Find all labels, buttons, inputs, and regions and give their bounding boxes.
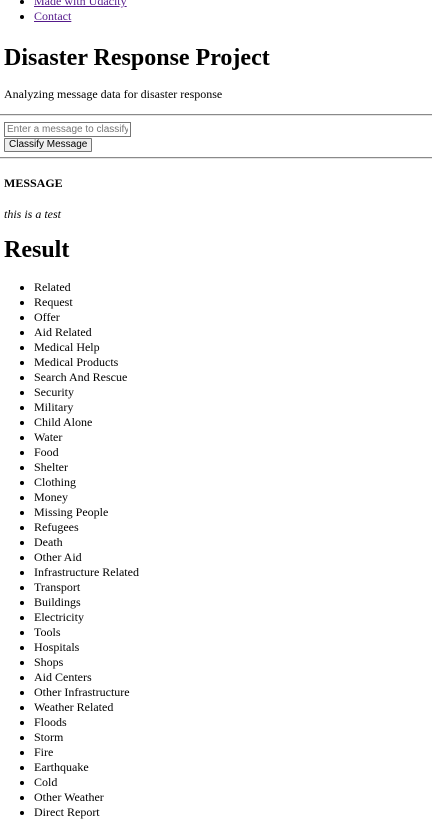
result-category-item: Buildings <box>34 595 139 610</box>
result-heading: Result <box>4 237 70 263</box>
result-category-item: Refugees <box>34 520 139 535</box>
result-category-item: Tools <box>34 625 139 640</box>
classify-message-button[interactable]: Classify Message <box>4 138 93 152</box>
message-input[interactable] <box>4 122 131 137</box>
result-category-item: Aid Centers <box>34 670 139 685</box>
divider <box>0 157 432 159</box>
result-category-item: Electricity <box>34 610 139 625</box>
page-title: Disaster Response Project <box>4 45 270 71</box>
result-category-item: Offer <box>34 310 139 325</box>
udacity-link[interactable]: Made with Udacity <box>34 0 127 8</box>
page-subtitle: Analyzing message data for disaster resp… <box>4 87 223 101</box>
result-category-item: Direct Report <box>34 805 139 820</box>
message-text: this is a test <box>4 207 62 221</box>
result-category-item: Earthquake <box>34 760 139 775</box>
result-category-item: Food <box>34 445 139 460</box>
result-category-item: Weather Related <box>34 700 139 715</box>
result-category-item: Request <box>34 295 139 310</box>
result-category-item: Other Aid <box>34 550 139 565</box>
result-category-item: Medical Help <box>34 340 139 355</box>
result-category-item: Fire <box>34 745 139 760</box>
message-heading: MESSAGE <box>4 176 63 190</box>
result-category-item: Cold <box>34 775 139 790</box>
result-category-item: Medical Products <box>34 355 139 370</box>
result-category-item: Money <box>34 490 139 505</box>
result-category-item: Aid Related <box>34 325 139 340</box>
result-category-list: RelatedRequestOfferAid RelatedMedical He… <box>34 280 139 820</box>
result-category-item: Related <box>34 280 139 295</box>
divider <box>0 114 432 116</box>
result-category-item: Clothing <box>34 475 139 490</box>
result-category-item: Infrastructure Related <box>34 565 139 580</box>
result-category-item: Child Alone <box>34 415 139 430</box>
result-category-item: Shelter <box>34 460 139 475</box>
result-category-item: Other Infrastructure <box>34 685 139 700</box>
result-category-item: Security <box>34 385 139 400</box>
contact-link[interactable]: Contact <box>34 9 71 23</box>
result-category-item: Search And Rescue <box>34 370 139 385</box>
nav-links: Made with Udacity Contact <box>34 0 127 24</box>
result-category-item: Floods <box>34 715 139 730</box>
result-category-item: Other Weather <box>34 790 139 805</box>
result-category-item: Transport <box>34 580 139 595</box>
result-category-item: Shops <box>34 655 139 670</box>
nav-item: Contact <box>34 9 127 24</box>
result-category-item: Hospitals <box>34 640 139 655</box>
result-category-item: Storm <box>34 730 139 745</box>
result-category-item: Death <box>34 535 139 550</box>
result-category-item: Water <box>34 430 139 445</box>
result-category-item: Military <box>34 400 139 415</box>
result-category-item: Missing People <box>34 505 139 520</box>
nav-item: Made with Udacity <box>34 0 127 9</box>
